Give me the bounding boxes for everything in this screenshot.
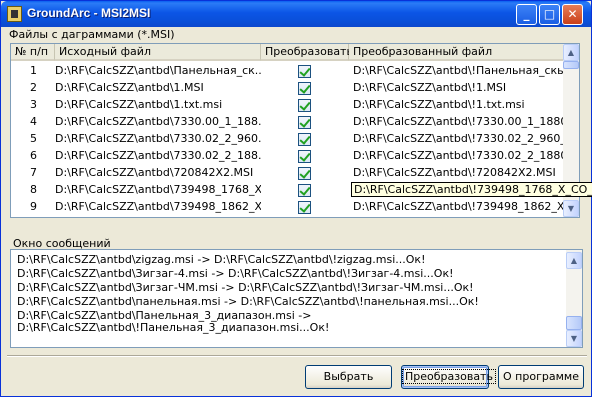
row-number: 8 [30, 183, 37, 196]
scroll-down-arrow-icon[interactable]: ▼ [563, 200, 579, 217]
source-file: D:\RF\CalcSZZ\antbd\7330.02_2_960... [55, 132, 261, 145]
convert-checkbox[interactable] [298, 116, 311, 129]
convert-checkbox[interactable] [298, 167, 311, 180]
column-header-target[interactable]: Преобразованный файл [349, 44, 565, 61]
messages-scrollbar[interactable]: ▲ ▼ [566, 250, 582, 347]
message-line: D:\RF\CalcSZZ\antbd\zigzag.msi -> D:\RF\… [17, 253, 426, 266]
source-file: D:\RF\CalcSZZ\antbd\7330.02_2_188... [55, 149, 261, 162]
scroll-thumb[interactable] [566, 316, 582, 330]
convert-checkbox[interactable] [298, 201, 311, 214]
table-row[interactable]: 2 D:\RF\CalcSZZ\antbd\1.MSI D:\RF\CalcSZZ\… [11, 80, 564, 97]
target-file: D:\RF\CalcSZZ\antbd\!Панельная_скь... [353, 64, 563, 77]
convert-checkbox[interactable] [298, 150, 311, 163]
convert-button-label: Преобразовать [402, 369, 496, 384]
messages-box[interactable]: D:\RF\CalcSZZ\antbd\zigzag.msi -> D:\RF\… [10, 249, 583, 348]
app-window: GroundArc - MSI2MSI _ □ ✕ Файлы с даграм… [0, 0, 592, 397]
minimize-button[interactable]: _ [516, 4, 537, 25]
about-button[interactable]: О программе [498, 365, 584, 389]
table-row[interactable]: 1 D:\RF\CalcSZZ\antbd\Панельная_ск... D:\R… [11, 63, 564, 80]
source-file: D:\RF\CalcSZZ\antbd\739498_1862_X... [55, 200, 261, 213]
target-file: D:\RF\CalcSZZ\antbd\!1.MSI [353, 81, 507, 94]
maximize-button[interactable]: □ [539, 4, 560, 25]
files-group-label: Файлы с даграммами (*.MSI) [9, 28, 175, 41]
table-row[interactable]: 6 D:\RF\CalcSZZ\antbd\7330.02_2_188... D:\… [11, 148, 564, 165]
source-file: D:\RF\CalcSZZ\antbd\7330.00_1_188... [55, 115, 261, 128]
source-file: D:\RF\CalcSZZ\antbd\720842X2.MSI [55, 166, 254, 179]
convert-button[interactable]: Преобразовать [401, 365, 496, 389]
app-icon [7, 6, 22, 22]
row-number: 2 [30, 81, 37, 94]
table-row[interactable]: 5 D:\RF\CalcSZZ\antbd\7330.02_2_960... D:\… [11, 131, 564, 148]
row-number: 3 [30, 98, 37, 111]
source-file: D:\RF\CalcSZZ\antbd\Панельная_ск... [55, 64, 261, 77]
convert-checkbox[interactable] [298, 133, 311, 146]
target-file: D:\RF\CalcSZZ\antbd\!7330.02_2_1880... [353, 149, 563, 162]
column-header-number[interactable]: № п/п [11, 44, 55, 61]
scroll-up-arrow-icon[interactable]: ▲ [566, 252, 582, 269]
scroll-down-arrow-icon[interactable]: ▼ [566, 330, 582, 347]
table-row[interactable]: 4 D:\RF\CalcSZZ\antbd\7330.00_1_188... D:\… [11, 114, 564, 131]
column-header-source[interactable]: Исходный файл [55, 44, 261, 61]
source-file: D:\RF\CalcSZZ\antbd\739498_1768_X... [55, 183, 261, 196]
select-button[interactable]: Выбрать [305, 365, 392, 389]
target-file: D:\RF\CalcSZZ\antbd\!7330.00_1_1880... [353, 115, 563, 128]
row-number: 7 [30, 166, 37, 179]
row-number: 5 [30, 132, 37, 145]
path-tooltip: D:\RF\CalcSZZ\antbd\!739498_1768_X_CO_P4… [351, 182, 592, 197]
target-file: D:\RF\CalcSZZ\antbd\!1.txt.msi [353, 98, 525, 111]
convert-checkbox[interactable] [298, 184, 311, 197]
message-line: D:\RF\CalcSZZ\antbd\Зигзаг-4.msi -> D:\R… [17, 267, 454, 280]
title-bar[interactable]: GroundArc - MSI2MSI _ □ ✕ [1, 1, 591, 27]
target-file: D:\RF\CalcSZZ\antbd\!7330.02_2_960_... [353, 132, 563, 145]
close-button[interactable]: ✕ [562, 4, 583, 25]
source-file: D:\RF\CalcSZZ\antbd\1.MSI [55, 81, 204, 94]
table-row[interactable]: 7 D:\RF\CalcSZZ\antbd\720842X2.MSI D:\RF\C… [11, 165, 564, 182]
divider [7, 355, 587, 357]
source-file: D:\RF\CalcSZZ\antbd\1.txt.msi [55, 98, 223, 111]
scroll-thumb[interactable] [563, 61, 579, 69]
row-number: 1 [30, 64, 37, 77]
target-file: D:\RF\CalcSZZ\antbd\!720842X2.MSI [353, 166, 556, 179]
table-row-partial[interactable] [11, 214, 564, 217]
window-title: GroundArc - MSI2MSI [27, 6, 151, 20]
row-number: 9 [30, 200, 37, 213]
row-number: 4 [30, 115, 37, 128]
message-line: D:\RF\CalcSZZ\antbd\!Панельная_3_диапазо… [17, 321, 330, 334]
table-row[interactable]: 3 D:\RF\CalcSZZ\antbd\1.txt.msi D:\RF\Calc… [11, 97, 564, 114]
convert-checkbox[interactable] [298, 82, 311, 95]
scroll-up-arrow-icon[interactable]: ▲ [563, 44, 579, 61]
message-line: D:\RF\CalcSZZ\antbd\Зигзаг-ЧМ.msi -> D:\… [17, 281, 474, 294]
column-header-convert[interactable]: Преобразовать [261, 44, 353, 61]
convert-checkbox[interactable] [298, 65, 311, 78]
convert-checkbox[interactable] [298, 99, 311, 112]
message-line: D:\RF\CalcSZZ\antbd\панельная.msi -> D:\… [17, 295, 479, 308]
target-file: D:\RF\CalcSZZ\antbd\!739498_1862_X... [353, 200, 563, 213]
row-number: 6 [30, 149, 37, 162]
